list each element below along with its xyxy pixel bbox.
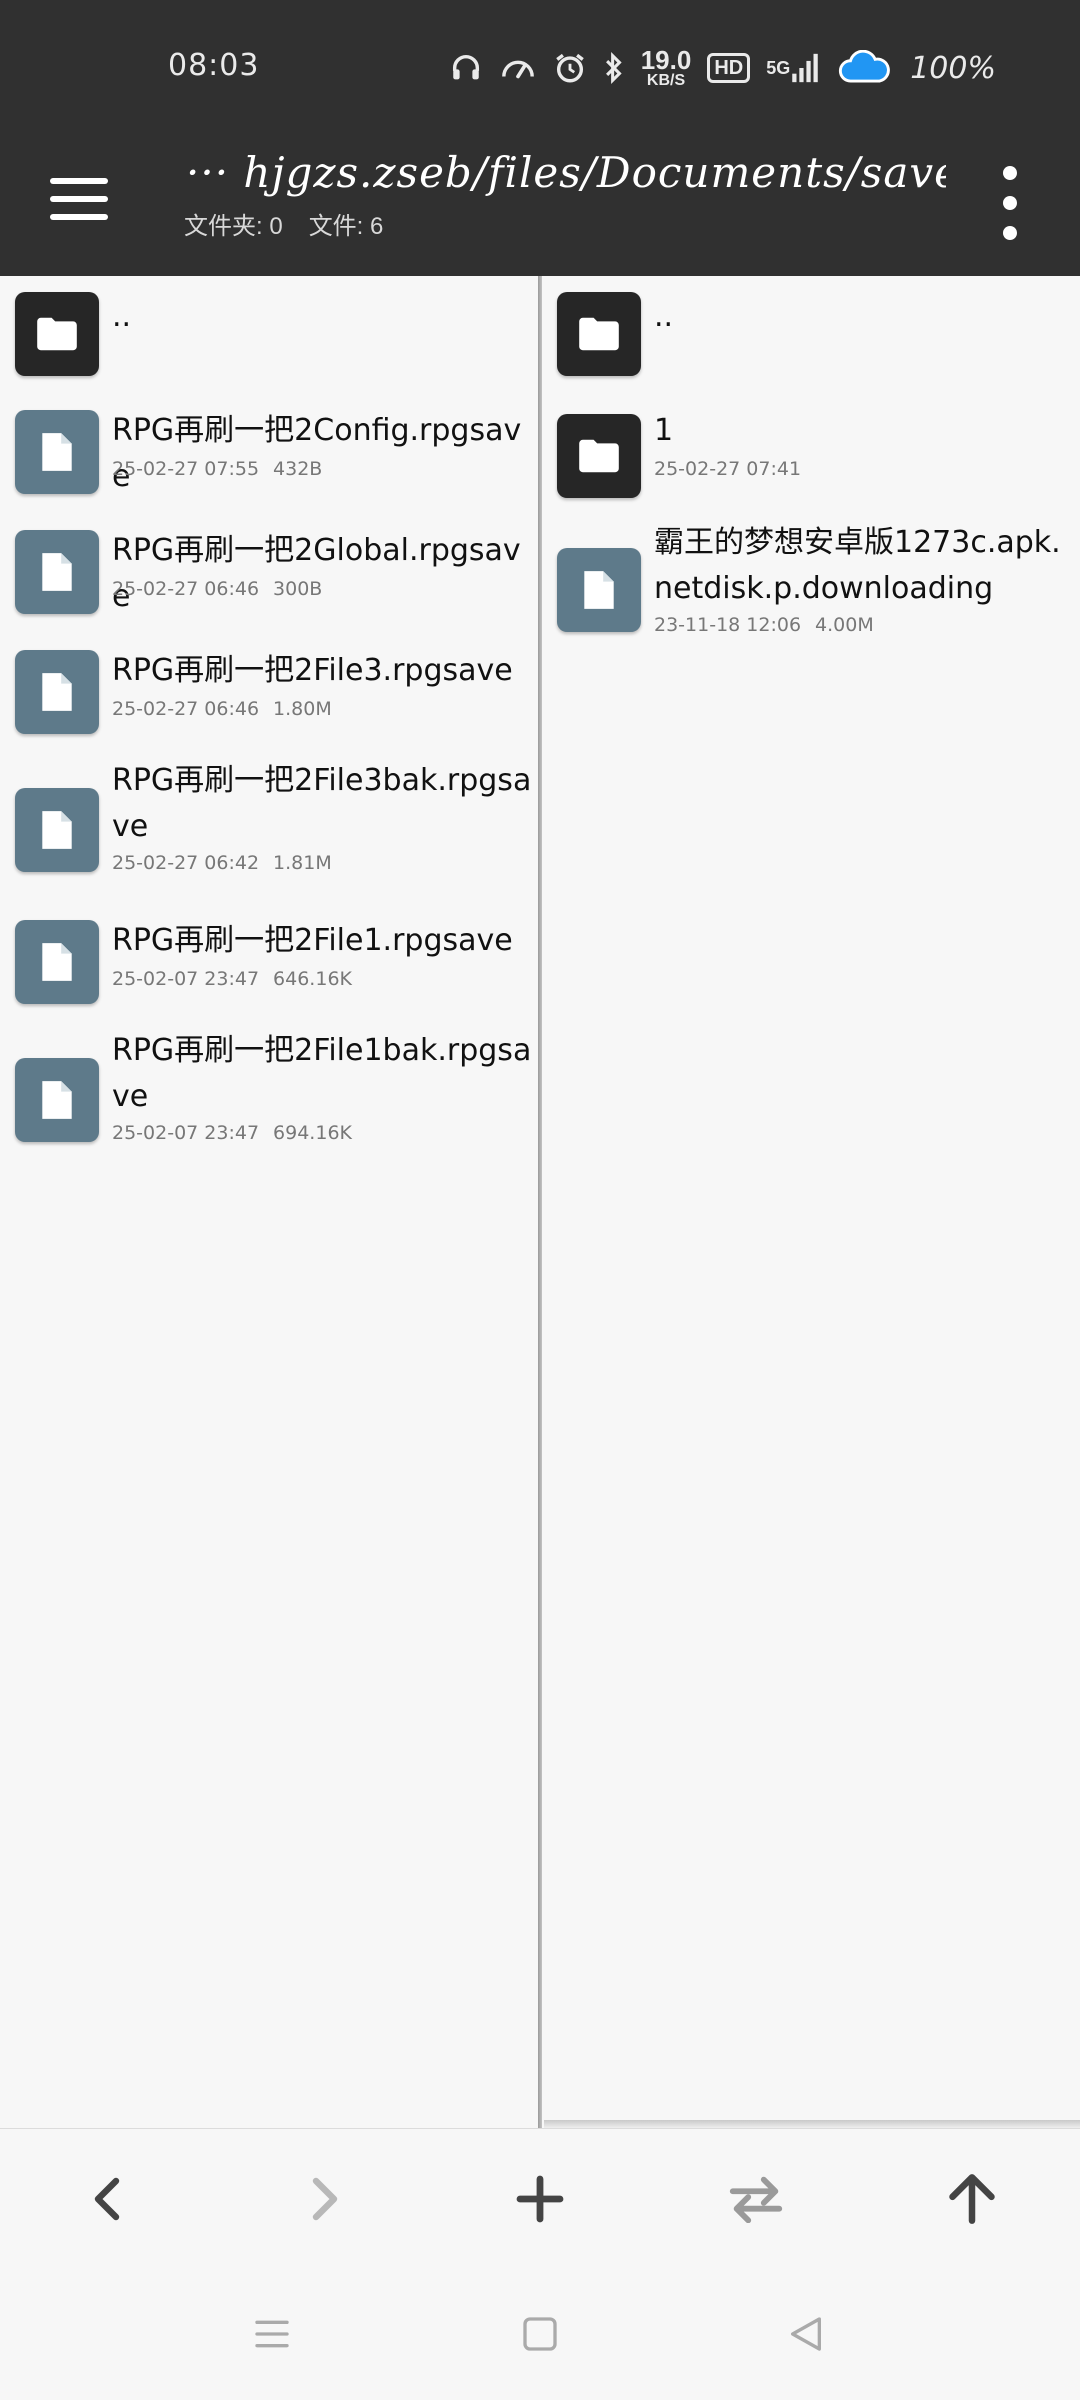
status-icons: 19.0 KB/S HD 5G 100%: [449, 40, 996, 96]
folder-icon: [557, 292, 641, 376]
item-size: 646.16K: [273, 968, 352, 990]
item-size: 1.80M: [273, 698, 332, 720]
parent-directory-item[interactable]: ..: [0, 288, 540, 384]
recents-icon: [255, 2320, 289, 2348]
system-navigation-bar: [0, 2268, 1080, 2400]
file-item[interactable]: RPG再刷一把2File3.rpgsave 25-02-27 06:46 1.8…: [0, 648, 540, 744]
bottom-toolbar: [0, 2128, 1080, 2268]
back-nav-button[interactable]: [770, 2298, 842, 2370]
file-item[interactable]: RPG再刷一把2Config.rpgsave 25-02-27 07:55 43…: [0, 408, 540, 504]
file-icon: [15, 788, 99, 872]
cloud-icon: [836, 50, 894, 86]
item-meta: 25-02-27 07:41: [654, 458, 801, 480]
back-triangle-icon: [791, 2317, 821, 2351]
item-name: ..: [112, 299, 132, 334]
current-path[interactable]: ··· hjgzs.zseb/files/Documents/save/: [186, 148, 946, 197]
item-meta: 23-11-18 12:06 4.00M: [654, 614, 874, 636]
net-speed-unit: KB/S: [646, 72, 686, 89]
swap-icon: [729, 2176, 783, 2223]
item-meta: 25-02-07 23:47 646.16K: [112, 968, 352, 990]
item-date: 25-02-27 07:55: [112, 458, 260, 480]
file-icon: [15, 410, 99, 494]
item-name: RPG再刷一把2File3bak.rpgsave: [112, 763, 532, 844]
plus-icon: [516, 2175, 564, 2223]
file-item[interactable]: RPG再刷一把2File1.rpgsave 25-02-07 23:47 646…: [0, 918, 540, 1014]
more-vert-icon: [1003, 166, 1017, 180]
file-icon: [15, 530, 99, 614]
item-name: 霸王的梦想安卓版1273c.apk.netdisk.p.downloading: [654, 525, 1061, 606]
chevron-left-icon: [94, 2177, 120, 2221]
speedometer-icon: [499, 51, 537, 85]
file-icon: [15, 920, 99, 1004]
item-meta: 25-02-07 23:47 694.16K: [112, 1122, 352, 1144]
add-button[interactable]: [498, 2157, 582, 2241]
item-date: 25-02-27 06:46: [112, 698, 260, 720]
app-bar: ··· hjgzs.zseb/files/Documents/save/ 文件夹…: [0, 130, 1080, 276]
item-name: 1: [654, 413, 674, 448]
item-size: 300B: [273, 578, 323, 600]
item-name: RPG再刷一把2File3.rpgsave: [112, 653, 513, 688]
folder-item[interactable]: 1 25-02-27 07:41: [542, 408, 1080, 504]
item-meta: 25-02-27 06:42 1.81M: [112, 852, 332, 874]
right-pane: .. 1 25-02-27 07:41 霸王的梦想安卓版1273c.apk.ne…: [542, 276, 1080, 2128]
item-date: 23-11-18 12:06: [654, 614, 802, 636]
net-speed: 19.0 KB/S: [641, 47, 692, 89]
up-directory-button[interactable]: [930, 2157, 1014, 2241]
item-date: 25-02-07 23:47: [112, 1122, 260, 1144]
battery-level: 100%: [910, 50, 996, 86]
item-date: 25-02-27 06:46: [112, 578, 260, 600]
item-date: 25-02-27 06:42: [112, 852, 260, 874]
status-bar: 08:03 19.0 KB/S HD 5G 100%: [0, 0, 1080, 130]
folder-icon: [15, 292, 99, 376]
item-size: 432B: [273, 458, 323, 480]
back-button[interactable]: [66, 2157, 150, 2241]
item-size: 4.00M: [815, 614, 874, 636]
menu-button[interactable]: [50, 166, 116, 232]
menu-icon: [50, 178, 108, 184]
item-meta: 25-02-27 06:46 1.80M: [112, 698, 332, 720]
swap-panes-button[interactable]: [714, 2157, 798, 2241]
home-button[interactable]: [504, 2298, 576, 2370]
item-size: 694.16K: [273, 1122, 352, 1144]
path-counts: 文件夹: 0 文件: 6: [184, 206, 383, 241]
signal-icon: 5G: [766, 51, 820, 85]
alarm-icon: [553, 51, 587, 85]
folders-count: 文件夹: 0: [184, 213, 283, 240]
folder-icon: [557, 414, 641, 498]
item-name: RPG再刷一把2Global.rpgsave: [112, 533, 521, 614]
file-item[interactable]: RPG再刷一把2File1bak.rpgsave 25-02-07 23:47 …: [0, 1033, 540, 1168]
item-name: RPG再刷一把2Config.rpgsave: [112, 413, 522, 494]
file-item[interactable]: RPG再刷一把2Global.rpgsave 25-02-27 06:46 30…: [0, 528, 540, 624]
hd-badge: HD: [707, 53, 751, 83]
file-icon: [557, 548, 641, 632]
file-item[interactable]: RPG再刷一把2File3bak.rpgsave 25-02-27 06:42 …: [0, 763, 540, 898]
item-date: 25-02-07 23:47: [112, 968, 260, 990]
network-type: 5G: [766, 57, 791, 78]
headphones-icon: [449, 51, 483, 85]
file-icon: [15, 650, 99, 734]
item-size: 1.81M: [273, 852, 332, 874]
left-pane: .. RPG再刷一把2Config.rpgsave 25-02-27 07:55…: [0, 276, 540, 2128]
file-icon: [15, 1058, 99, 1142]
arrow-up-icon: [949, 2174, 995, 2224]
forward-button[interactable]: [282, 2157, 366, 2241]
item-name: RPG再刷一把2File1bak.rpgsave: [112, 1033, 532, 1114]
item-meta: 25-02-27 06:46 300B: [112, 578, 322, 600]
files-count: 文件: 6: [308, 213, 384, 240]
status-time: 08:03: [168, 48, 260, 83]
home-icon: [523, 2317, 557, 2351]
net-speed-value: 19.0: [640, 45, 692, 75]
more-options-button[interactable]: [996, 166, 1024, 240]
bluetooth-icon: [603, 51, 625, 85]
parent-directory-item[interactable]: ..: [542, 288, 1080, 384]
item-meta: 25-02-27 07:55 432B: [112, 458, 322, 480]
recent-apps-button[interactable]: [236, 2298, 308, 2370]
item-name: RPG再刷一把2File1.rpgsave: [112, 923, 513, 958]
chevron-right-icon: [312, 2177, 338, 2221]
item-name: ..: [654, 299, 674, 334]
item-date: 25-02-27 07:41: [654, 458, 802, 480]
file-item[interactable]: 霸王的梦想安卓版1273c.apk.netdisk.p.downloading …: [542, 525, 1080, 660]
